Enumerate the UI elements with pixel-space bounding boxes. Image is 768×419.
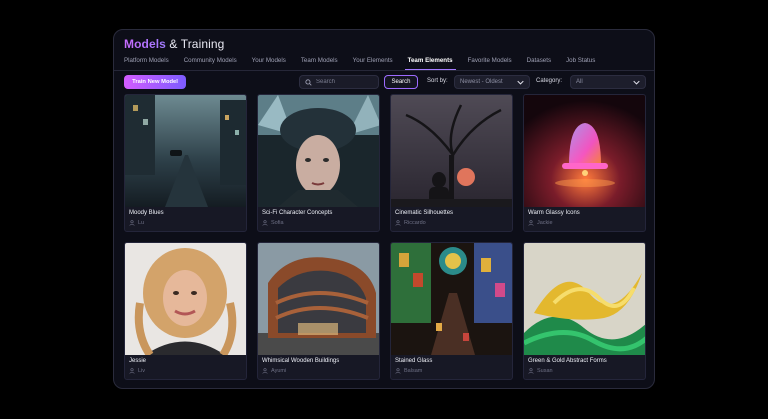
user-icon bbox=[395, 220, 401, 226]
element-card-cinematic-silhouettes[interactable]: Cinematic Silhouettes Riccardo bbox=[390, 94, 513, 232]
element-card-stained-glass[interactable]: Stained Glass Balsam bbox=[390, 242, 513, 380]
chevron-down-icon bbox=[633, 80, 640, 85]
card-author: Jackie bbox=[528, 220, 553, 226]
thumbnail-image bbox=[391, 95, 512, 207]
user-icon bbox=[262, 368, 268, 374]
models-training-window: Models & Training Platform Models Commun… bbox=[113, 29, 655, 389]
user-icon bbox=[262, 220, 268, 226]
tab-favorite-models[interactable]: Favorite Models bbox=[468, 57, 512, 71]
card-name: Sci-Fi Character Concepts bbox=[262, 210, 333, 216]
card-name: Warm Glassy Icons bbox=[528, 210, 580, 216]
card-name: Cinematic Silhouettes bbox=[395, 210, 454, 216]
card-author: Lu bbox=[129, 220, 144, 226]
element-card-warm-glassy-icons[interactable]: Warm Glassy Icons Jackie bbox=[523, 94, 646, 232]
card-name: Moody Blues bbox=[129, 210, 164, 216]
card-author: Ayumi bbox=[262, 368, 286, 374]
tab-bar: Platform Models Community Models Your Mo… bbox=[124, 57, 610, 71]
element-card-sci-fi-character-concepts[interactable]: Sci-Fi Character Concepts Sofia bbox=[257, 94, 380, 232]
card-author-name: Ayumi bbox=[271, 368, 287, 374]
search-icon bbox=[305, 78, 312, 86]
page-title: Models & Training bbox=[124, 37, 224, 51]
card-author-name: Liv bbox=[138, 368, 146, 374]
thumbnail-image bbox=[391, 243, 512, 355]
thumbnail-image bbox=[258, 243, 379, 355]
element-card-jessie[interactable]: Jessie Liv bbox=[124, 242, 247, 380]
chevron-down-icon bbox=[517, 80, 524, 85]
sort-dropdown[interactable]: Newest - Oldest bbox=[454, 75, 530, 89]
tab-divider bbox=[114, 70, 654, 71]
tab-team-elements[interactable]: Team Elements bbox=[404, 57, 456, 71]
sort-label: Sort by: bbox=[427, 78, 448, 84]
card-author: Riccardo bbox=[395, 220, 426, 226]
search-input[interactable] bbox=[316, 79, 376, 85]
user-icon bbox=[528, 368, 534, 374]
card-author: Susan bbox=[528, 368, 553, 374]
page-title-rest: & Training bbox=[165, 37, 225, 51]
thumbnail-image bbox=[125, 243, 246, 355]
card-author-name: Riccardo bbox=[404, 220, 426, 226]
card-name: Green & Gold Abstract Forms bbox=[528, 358, 607, 364]
element-card-green-gold-abstract-forms[interactable]: Green & Gold Abstract Forms Susan bbox=[523, 242, 646, 380]
tab-community-models[interactable]: Community Models bbox=[184, 57, 237, 71]
thumbnail-image bbox=[258, 95, 379, 207]
element-card-moody-blues[interactable]: Moody Blues Lu bbox=[124, 94, 247, 232]
tab-your-elements[interactable]: Your Elements bbox=[353, 57, 393, 71]
tab-job-status[interactable]: Job Status bbox=[566, 57, 595, 71]
thumbnail-image bbox=[125, 95, 246, 207]
card-author: Sofia bbox=[262, 220, 284, 226]
page-title-accent: Models bbox=[124, 37, 166, 51]
user-icon bbox=[129, 368, 135, 374]
user-icon bbox=[129, 220, 135, 226]
thumbnail-image bbox=[524, 95, 645, 207]
sort-value: Newest - Oldest bbox=[460, 79, 503, 85]
card-author-name: Balsam bbox=[404, 368, 423, 374]
search-button[interactable]: Search bbox=[384, 75, 418, 89]
card-author-name: Jackie bbox=[537, 220, 553, 226]
tab-datasets[interactable]: Datasets bbox=[527, 57, 551, 71]
card-author-name: Susan bbox=[537, 368, 553, 374]
tab-your-models[interactable]: Your Models bbox=[252, 57, 286, 71]
thumbnail-image bbox=[524, 243, 645, 355]
card-name: Stained Glass bbox=[395, 358, 433, 364]
train-new-model-button[interactable]: Train New Model bbox=[124, 75, 186, 89]
card-name: Whimsical Wooden Buildings bbox=[262, 358, 340, 364]
user-icon bbox=[395, 368, 401, 374]
tab-platform-models[interactable]: Platform Models bbox=[124, 57, 169, 71]
user-icon bbox=[528, 220, 534, 226]
category-value: All bbox=[576, 79, 583, 85]
card-author: Liv bbox=[129, 368, 145, 374]
category-label: Category: bbox=[536, 78, 563, 84]
card-author-name: Lu bbox=[138, 220, 145, 226]
card-author: Balsam bbox=[395, 368, 422, 374]
element-card-whimsical-wooden-buildings[interactable]: Whimsical Wooden Buildings Ayumi bbox=[257, 242, 380, 380]
card-author-name: Sofia bbox=[271, 220, 284, 226]
search-box[interactable] bbox=[299, 75, 379, 89]
category-dropdown[interactable]: All bbox=[570, 75, 646, 89]
tab-team-models[interactable]: Team Models bbox=[301, 57, 338, 71]
card-name: Jessie bbox=[129, 358, 147, 364]
